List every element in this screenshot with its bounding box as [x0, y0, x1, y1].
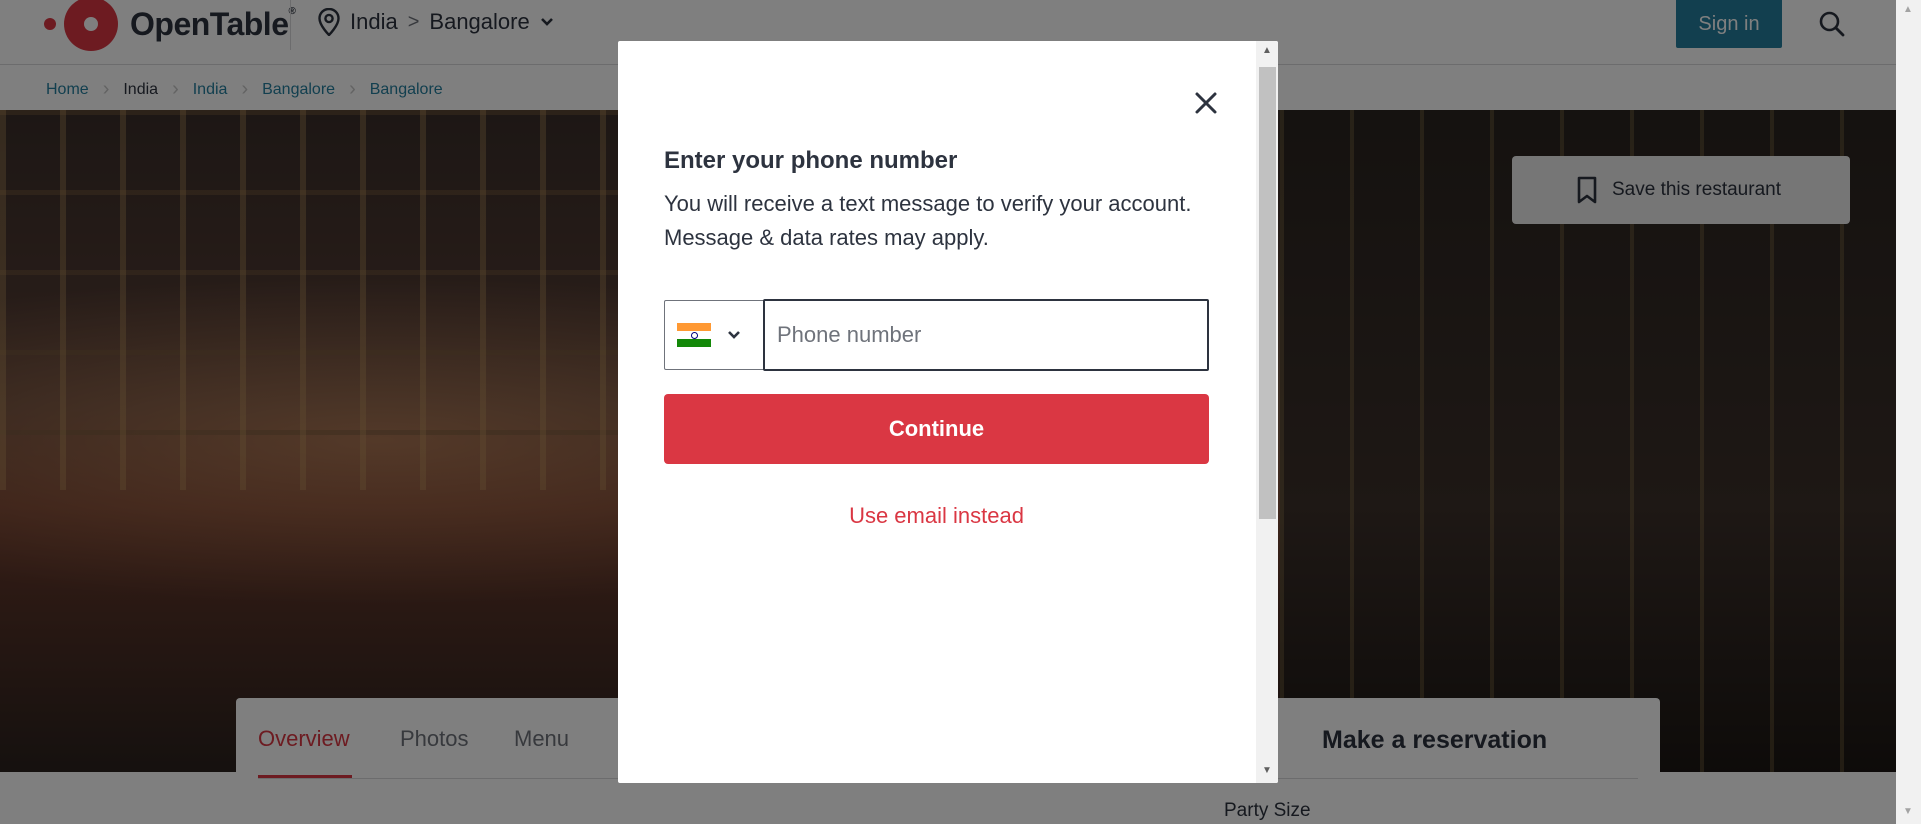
modal-scroll-down-icon[interactable]: ▼: [1262, 765, 1272, 776]
modal-scroll-up-icon[interactable]: ▲: [1262, 45, 1272, 56]
use-email-link[interactable]: Use email instead: [664, 503, 1209, 529]
modal-description-line1: You will receive a text message to verif…: [664, 191, 1192, 216]
modal-description-line2: Message & data rates may apply.: [664, 225, 989, 250]
close-modal-button[interactable]: [1190, 87, 1222, 119]
modal-description: You will receive a text message to verif…: [664, 187, 1224, 255]
modal-scroll-thumb[interactable]: [1259, 67, 1276, 519]
scroll-up-arrow-icon[interactable]: ▲: [1903, 4, 1913, 15]
phone-verification-modal: Enter your phone number You will receive…: [618, 41, 1278, 783]
chevron-down-icon: [728, 331, 740, 339]
scroll-down-arrow-icon[interactable]: ▼: [1903, 806, 1913, 817]
page-scrollbar[interactable]: ▲ ▼: [1896, 0, 1921, 824]
modal-scrollbar[interactable]: ▲ ▼: [1256, 41, 1278, 783]
close-icon: [1195, 92, 1217, 114]
continue-button[interactable]: Continue: [664, 394, 1209, 464]
india-flag-icon: [677, 323, 711, 347]
phone-number-input[interactable]: [763, 299, 1209, 371]
modal-title: Enter your phone number: [664, 147, 958, 174]
country-code-select[interactable]: [664, 300, 764, 370]
